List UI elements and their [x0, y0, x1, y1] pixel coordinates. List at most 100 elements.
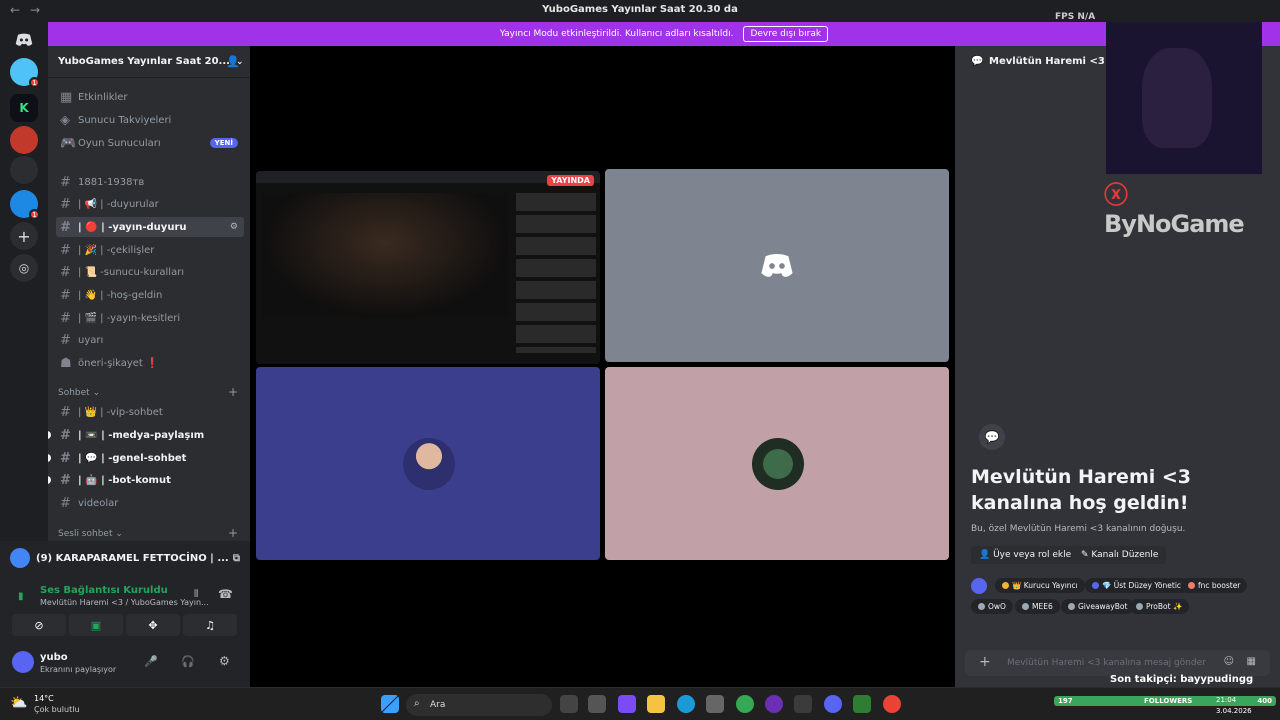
settings-gear-icon[interactable]: ⚙ — [230, 222, 238, 232]
channel-item[interactable]: # | 👋 | -hoş-geldin — [56, 285, 244, 305]
channel-item[interactable]: # | 📢 | -duyurular — [56, 194, 244, 214]
channel-item[interactable]: # videolar — [56, 493, 244, 513]
channel-item[interactable]: # | 🎉 | -çekilişler — [56, 240, 244, 260]
obs-icon[interactable] — [765, 695, 783, 713]
last-follower-overlay: Son takipçi: bayypudingg — [1110, 674, 1254, 685]
voice-channel-path: Mevlütün Haremi <3 / YuboGames Yayın... — [40, 598, 209, 607]
server-name: YuboGames Yayınlar Saat 20... — [58, 56, 230, 67]
dm-activity-row[interactable]: (9) KARAPARAMEL FETTOCİNO | ... ⧉ — [10, 547, 240, 569]
streamer-mode-banner: Yayıncı Modu etkinleştirildi. Kullanıcı … — [48, 22, 1280, 46]
explore-icon[interactable]: ◎ — [10, 254, 38, 282]
soundboard-button[interactable]: ♫ — [183, 614, 237, 636]
discord-taskbar-icon[interactable] — [824, 695, 842, 713]
participant-tile[interactable] — [605, 367, 949, 560]
participant-tile[interactable] — [605, 169, 949, 362]
clock-date: 21:04 — [1216, 696, 1237, 704]
screen-share-tile[interactable]: YAYINDA — [256, 171, 600, 364]
add-channel-icon[interactable]: + — [228, 385, 238, 399]
voice-connected-label[interactable]: Ses Bağlantısı Kuruldu — [40, 585, 168, 596]
add-server-icon[interactable]: + — [10, 222, 38, 250]
user-settings-icon[interactable]: ⚙ — [219, 654, 230, 668]
edge-icon[interactable] — [677, 695, 695, 713]
edit-channel-button[interactable]: ✎ Kanalı Düzenle — [1073, 546, 1167, 564]
chat-bubble-icon: 💬 — [979, 424, 1005, 450]
sidebar-item-game-servers[interactable]: 🎮 Oyun Sunucuları YENİ — [56, 133, 244, 153]
camera-button[interactable]: ⊘ — [12, 614, 66, 636]
chrome-profile-icon[interactable] — [883, 695, 901, 713]
chat-bubble-icon: 💬 — [971, 56, 984, 67]
webcam-person — [1142, 48, 1212, 148]
channel-item[interactable]: # | 👑 | -vip-sohbet — [56, 402, 244, 422]
channel-item-active[interactable]: # | 🔴 | -yayın-duyuru ⚙ — [56, 217, 244, 237]
weather-icon: ⛅ — [10, 695, 28, 711]
webcam-overlay — [1106, 22, 1262, 174]
category-voice[interactable]: Sesli sohbet ⌄ — [58, 529, 123, 539]
banner-text: Yayıncı Modu etkinleştirildi. Kullanıcı … — [499, 29, 734, 39]
screen-share-button[interactable]: ▣ — [69, 614, 123, 636]
channel-item[interactable]: # uyarı — [56, 330, 244, 350]
server-icon-kick[interactable]: K — [10, 94, 38, 122]
invite-people-icon[interactable]: 👤 — [226, 55, 240, 68]
hash-icon: # — [60, 219, 71, 235]
followers-goal-bar: 197 FOLLOWERS 400 — [1054, 696, 1276, 706]
windows-start-icon[interactable] — [381, 695, 399, 713]
soundboard-icon: ♫ — [205, 618, 215, 632]
app-icon[interactable] — [794, 695, 812, 713]
plus-icon[interactable]: + — [979, 654, 991, 670]
hash-icon: # — [60, 332, 71, 348]
signal-icon: ▮ — [18, 591, 24, 602]
server-header[interactable]: YuboGames Yayınlar Saat 20... ⌄ 👤 — [48, 46, 250, 78]
username: yubo — [40, 652, 68, 663]
server-icon-5[interactable]: 1 — [10, 190, 40, 220]
server-icon-4[interactable] — [10, 156, 38, 184]
server-icon-3[interactable] — [10, 126, 38, 154]
headphones-icon[interactable]: 🎧 — [181, 655, 195, 668]
participant-tile[interactable] — [256, 367, 600, 560]
user-status: Ekranını paylaşıyor — [40, 665, 117, 674]
popout-icon[interactable]: ⧉ — [233, 553, 240, 564]
channel-item[interactable]: ☗ öneri-şikayet ❗ — [56, 353, 244, 373]
disable-button[interactable]: Devre dışı bırak — [743, 26, 829, 42]
message-input[interactable]: + Mevlütün Haremi <3 kanalına mesaj gönd… — [965, 650, 1270, 676]
role-pill: OwO — [971, 599, 1013, 614]
add-member-button[interactable]: 👤 Üye veya rol ekle — [971, 546, 1080, 564]
emoji-icon[interactable]: ☺ — [1224, 656, 1234, 667]
brand-logo: ⓧ ByNoGame — [1104, 181, 1245, 238]
discord-logo-icon — [761, 253, 793, 277]
screen-share-icon: ▣ — [90, 618, 102, 632]
server-icon-1[interactable]: 1 — [10, 58, 40, 88]
shared-sidebar-list — [516, 193, 596, 353]
discord-home-icon[interactable] — [10, 26, 38, 54]
task-view-icon[interactable] — [560, 695, 578, 713]
add-voice-channel-icon[interactable]: + — [228, 526, 238, 540]
clock-time: 3.04.2026 — [1216, 707, 1252, 715]
sidebar-item-events[interactable]: ▦ Etkinlikler — [56, 87, 244, 107]
hash-icon: # — [60, 242, 71, 258]
voice-stage: YAYINDA — [250, 46, 955, 687]
copilot-icon[interactable] — [618, 695, 636, 713]
hash-icon: # — [60, 264, 71, 280]
channel-item[interactable]: # | 🎬 | -yayın-kesitleri — [56, 308, 244, 328]
apps-icon[interactable]: ▦ — [1247, 656, 1256, 667]
chrome-icon[interactable] — [736, 695, 754, 713]
search-icon: ⌕ — [414, 698, 420, 709]
channel-item[interactable]: #1881-1938тв — [56, 172, 244, 192]
hash-icon: # — [60, 404, 71, 420]
store-icon[interactable] — [706, 695, 724, 713]
channel-item[interactable]: # | 📜 -sunucu-kuralları — [56, 262, 244, 282]
title-bar: ← → YuboGames Yayınlar Saat 20.30 da FPS… — [0, 0, 1280, 22]
sidebar-item-boosts[interactable]: ◈ Sunucu Takviyeleri — [56, 110, 244, 130]
user-avatar[interactable] — [12, 651, 34, 673]
microphone-icon[interactable]: 🎤 — [144, 655, 158, 668]
category-chat[interactable]: Sohbet ⌄ — [58, 388, 100, 398]
snipping-icon[interactable] — [588, 695, 606, 713]
app-icon[interactable] — [853, 695, 871, 713]
channel-item-unread[interactable]: # | 💬 | -genel-sohbet — [48, 448, 244, 468]
file-explorer-icon[interactable] — [647, 695, 665, 713]
channel-item-unread[interactable]: # | 📼 | -medya-paylaşım — [48, 425, 244, 445]
taskbar-search[interactable]: ⌕ Ara — [406, 694, 552, 716]
activities-button[interactable]: ✥ — [126, 614, 180, 636]
disconnect-icon[interactable]: ☎ — [218, 587, 233, 601]
channel-item-unread[interactable]: # | 🤖 | -bot-komut — [48, 470, 244, 490]
noise-suppression-icon[interactable]: ⫴ — [194, 589, 198, 600]
